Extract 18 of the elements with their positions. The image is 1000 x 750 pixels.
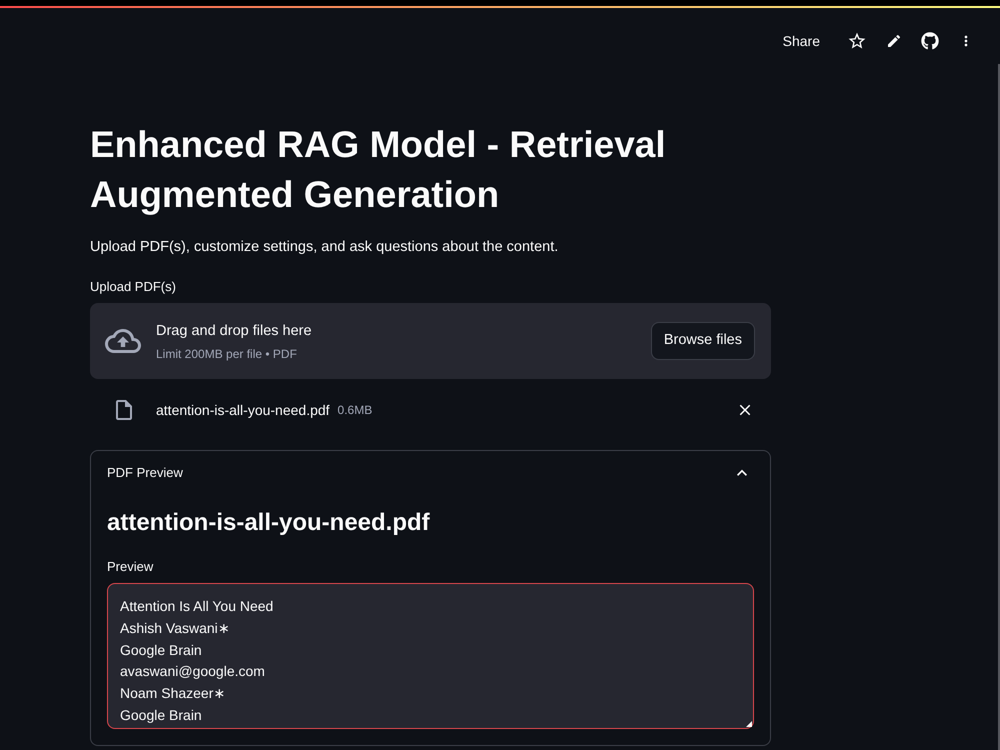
preview-textarea[interactable]: Attention Is All You Need Ashish Vaswani∗ Google Brain avaswani@google.com Noam Shazeer∗ Google Brain bbox=[107, 583, 754, 729]
page-subtitle: Upload PDF(s), customize settings, and ask questions about the content. bbox=[90, 238, 560, 257]
preview-label: Preview bbox=[107, 558, 154, 576]
edit-icon[interactable] bbox=[886, 33, 902, 49]
star-icon[interactable] bbox=[847, 31, 867, 51]
file-name: attention-is-all-you-need.pdf bbox=[156, 400, 330, 420]
file-dropzone[interactable]: Drag and drop files here Limit 200MB per file • PDF Browse files bbox=[90, 303, 771, 379]
file-heading: attention-is-all-you-need.pdf bbox=[107, 508, 431, 538]
browse-files-button[interactable]: Browse files bbox=[650, 322, 755, 360]
uploader-label: Upload PDF(s) bbox=[90, 278, 177, 296]
share-button[interactable]: Share bbox=[782, 30, 820, 52]
github-icon[interactable] bbox=[921, 32, 939, 50]
file-size: 0.6MB bbox=[338, 402, 372, 419]
dropzone-hint: Limit 200MB per file • PDF bbox=[156, 346, 298, 362]
expander-header[interactable]: PDF Preview bbox=[91, 451, 770, 495]
dropzone-title: Drag and drop files here bbox=[156, 322, 313, 340]
resize-handle-icon[interactable] bbox=[746, 721, 752, 727]
page-title: Enhanced RAG Model - Retrieval Augmented Generation bbox=[90, 123, 667, 217]
